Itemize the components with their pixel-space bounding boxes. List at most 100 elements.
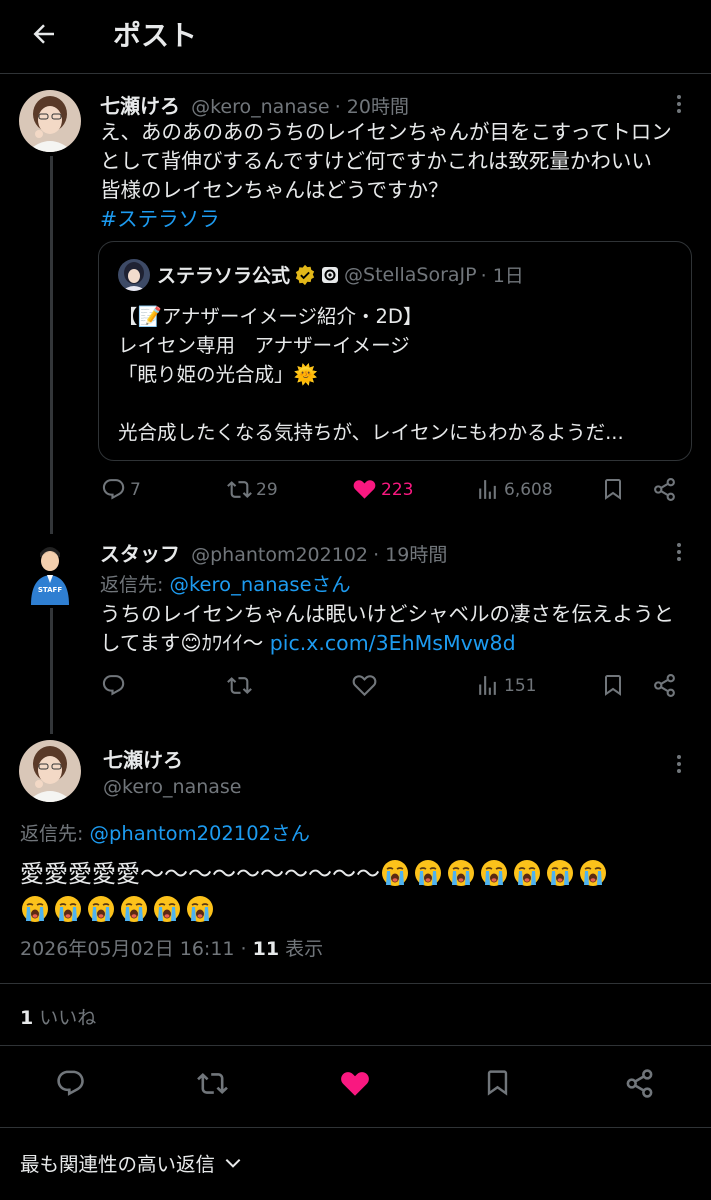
more-options-button[interactable] [669, 538, 689, 566]
loudly-crying-emoji-icon [154, 896, 180, 922]
bookmark-button[interactable] [601, 673, 625, 697]
reply-sort-dropdown[interactable]: 最も関連性の高い返信 [20, 1148, 243, 1177]
tweet-text: うちのレイセンちゃんは眠いけどシャベルの凄さを伝えようと してます😊ｶﾜｲｲ〜 … [100, 600, 705, 658]
views-chart-icon [479, 676, 496, 695]
retweet-button[interactable] [197, 1068, 228, 1099]
author-name[interactable]: 七瀬けろ [103, 744, 242, 773]
author-name[interactable]: 七瀬けろ [100, 94, 180, 118]
views-button[interactable]: 6,608 [475, 477, 553, 502]
author-handle[interactable]: @phantom202102 [191, 544, 368, 566]
post-time[interactable]: · 20時間 [335, 96, 409, 118]
share-icon [654, 478, 675, 501]
divider [0, 1127, 711, 1128]
loudly-crying-emoji-icon [121, 896, 147, 922]
likes-summary[interactable]: 1 いいね [20, 1003, 96, 1030]
reply-context: 返信先: @kero_nanaseさん [100, 568, 351, 597]
heart-outline-icon [352, 675, 377, 697]
quote-line: 【📝アナザーイメージ紹介・2D】 [118, 305, 423, 328]
post-time[interactable]: · 19時間 [373, 544, 447, 566]
loudly-crying-emoji-icon [514, 860, 540, 886]
main-tweet-actions [0, 1068, 711, 1104]
loudly-crying-emoji-icon [580, 860, 606, 886]
avatar-kero[interactable] [19, 740, 81, 802]
quote-line: 「眠り姫の光合成」🌞 [118, 363, 318, 386]
share-button[interactable] [624, 1068, 655, 1099]
post-meta: 2026年05月02日 16:11 · 11 表示 [20, 934, 323, 961]
tweet-line: 愛愛愛愛愛〜〜〜〜〜〜〜〜〜〜 [20, 860, 380, 888]
arrow-left-icon [33, 24, 54, 44]
quote-line: 光合成したくなる気持ちが、レイセンにもわかるようだ... [118, 421, 624, 444]
quote-text: 【📝アナザーイメージ紹介・2D】 レイセン専用 アナザーイメージ 「眠り姫の光合… [118, 302, 624, 447]
heart-filled-icon [353, 480, 376, 499]
author-handle[interactable]: @kero_nanase [103, 776, 242, 798]
like-label: いいね [33, 1007, 97, 1029]
top-bar: ポスト [0, 0, 711, 74]
bookmark-icon [605, 479, 621, 500]
retweet-icon [227, 677, 252, 694]
media-link[interactable]: pic.x.com/3EhMsMvw8d [270, 631, 516, 655]
reply-to-link[interactable]: @phantom202102さん [89, 822, 310, 845]
back-button[interactable] [26, 16, 62, 52]
more-options-button[interactable] [669, 90, 689, 118]
like-count: 1 [20, 1007, 34, 1029]
share-button[interactable] [652, 477, 677, 502]
like-button[interactable] [352, 673, 377, 698]
tweet-actions: 151 [0, 673, 711, 707]
affiliate-badge-icon [322, 266, 339, 283]
author-handle[interactable]: @kero_nanase [191, 96, 330, 118]
thread-line [50, 608, 53, 734]
like-button[interactable]: 223 [352, 477, 413, 502]
author-name[interactable]: スタッフ [100, 542, 180, 566]
chevron-down-icon [225, 1158, 241, 1168]
views-count: 6,608 [504, 479, 553, 500]
reply-button[interactable] [101, 673, 126, 698]
sort-label: 最も関連性の高い返信 [20, 1153, 216, 1176]
reply-icon [57, 1070, 84, 1096]
reply-button[interactable]: 7 [101, 477, 141, 502]
avatar-kero[interactable] [19, 90, 81, 152]
retweet-button[interactable]: 29 [227, 477, 278, 502]
share-icon [626, 1069, 653, 1098]
like-button[interactable] [339, 1068, 371, 1100]
retweet-icon [227, 481, 252, 498]
views-button[interactable]: 151 [475, 673, 536, 698]
reply-icon [102, 675, 125, 696]
bookmark-icon [605, 675, 621, 696]
bookmark-button[interactable] [601, 477, 625, 501]
heart-filled-icon [341, 1072, 369, 1096]
reply-to-link[interactable]: @kero_nanaseさん [169, 573, 350, 596]
tweet-line: 皆様のレイセンちゃんはどうですか？ [100, 178, 449, 202]
tweet-line: え、あのあのあのうちのレイセンちゃんが目をこすってトロン [100, 120, 672, 144]
share-icon [654, 674, 675, 697]
reply-icon [102, 479, 125, 500]
page-title: ポスト [113, 19, 198, 52]
tweet-text: え、あのあのあのうちのレイセンちゃんが目をこすってトロン として背伸びするんです… [100, 118, 700, 234]
reply-prefix: 返信先: [20, 823, 90, 845]
tweet-line: してます😊ｶﾜｲｲ〜 [100, 631, 270, 655]
view-label: 表示 [279, 938, 324, 960]
hashtag-link[interactable]: #ステラソラ [100, 205, 700, 234]
reply-count: 7 [130, 479, 141, 500]
verified-gold-icon [295, 264, 315, 285]
divider [0, 1045, 711, 1046]
retweet-button[interactable] [227, 673, 252, 698]
quoted-tweet[interactable]: ステラソラ公式 @StellaSoraJP · 1日 【📝アナザーイメージ紹介・… [98, 241, 692, 461]
loudly-crying-emoji-icon [187, 896, 213, 922]
bookmark-button[interactable] [483, 1068, 512, 1097]
post-datetime[interactable]: 2026年05月02日 16:11 · [20, 938, 253, 960]
loudly-crying-emoji-icon [88, 896, 114, 922]
views-chart-icon [479, 480, 496, 499]
loudly-crying-emoji-icon [55, 896, 81, 922]
loudly-crying-emoji-icon [481, 860, 507, 886]
reply-button[interactable] [55, 1068, 86, 1099]
more-options-button[interactable] [669, 750, 689, 778]
svg-text:STAFF: STAFF [38, 586, 62, 594]
divider [0, 983, 711, 984]
quote-avatar [118, 259, 150, 291]
quote-author-name: ステラソラ公式 [157, 265, 291, 287]
quote-line: レイセン専用 アナザーイメージ [118, 334, 410, 357]
avatar-staff[interactable]: STAFF [25, 539, 75, 605]
like-count: 223 [381, 479, 414, 500]
crying-emoji-group [380, 860, 611, 888]
share-button[interactable] [652, 673, 677, 698]
